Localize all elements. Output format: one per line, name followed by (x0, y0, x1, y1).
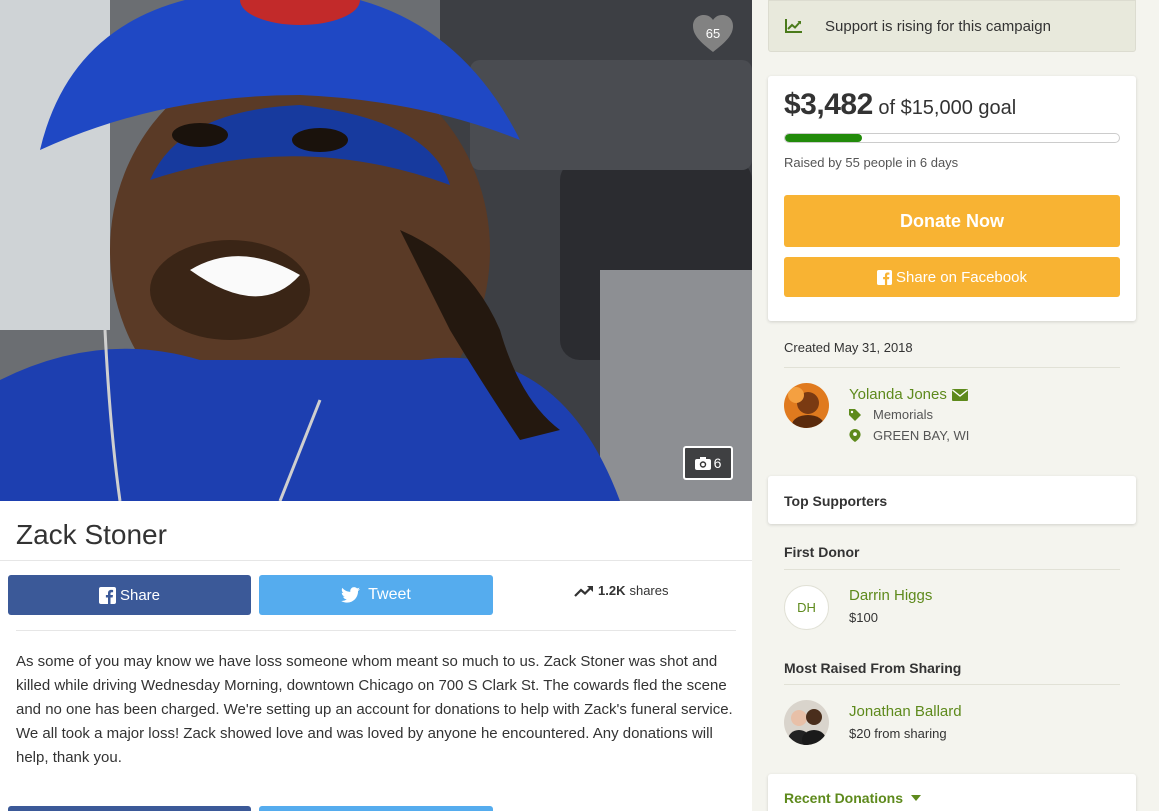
trending-up-icon (574, 585, 593, 597)
facebook-icon (98, 586, 116, 604)
most-sharing-title: Most Raised From Sharing (784, 660, 962, 676)
share-on-facebook-label: Share on Facebook (896, 268, 1027, 286)
organizer-name-link[interactable]: Yolanda Jones (849, 386, 968, 403)
campaign-main: 65 6 Zack Stoner Share Tweet 1.2K shares… (0, 0, 752, 811)
organizer-category-text: Memorials (873, 407, 933, 422)
rising-text: Support is rising for this campaign (825, 17, 1051, 35)
created-date: Created May 31, 2018 (784, 340, 913, 355)
campaign-photo[interactable]: 65 6 (0, 0, 752, 501)
first-donor-title: First Donor (784, 544, 860, 560)
share-count: 1.2K shares (574, 583, 669, 598)
twitter-icon (341, 587, 361, 603)
twitter-tweet-button-bottom[interactable] (259, 806, 493, 811)
raised-summary: $3,482 of $15,000 goal (784, 88, 1016, 122)
share-on-facebook-button[interactable]: Share on Facebook (784, 257, 1120, 297)
goal-progress-fill (785, 134, 863, 142)
organizer-avatar-image (784, 383, 829, 428)
facebook-icon (877, 269, 893, 285)
donate-now-button[interactable]: Donate Now (784, 195, 1120, 247)
rising-banner: Support is rising for this campaign (768, 0, 1136, 52)
campaign-photo-image (0, 0, 752, 501)
goal-progress-bar (784, 133, 1120, 143)
first-donor-name[interactable]: Darrin Higgs (849, 587, 932, 604)
organizer-location: GREEN BAY, WI (849, 428, 969, 443)
campaign-story: As some of you may know we have loss som… (16, 653, 733, 766)
share-count-value: 1.2K (598, 583, 626, 598)
share-row: Share Tweet 1.2K shares (8, 575, 744, 615)
caret-down-icon (911, 795, 922, 801)
most-sharing-divider (784, 684, 1120, 685)
top-supporters-title: Top Supporters (784, 493, 888, 509)
goal-card: $3,482 of $15,000 goal Raised by 55 peop… (768, 76, 1136, 321)
goal-amount: of $15,000 goal (878, 97, 1017, 119)
twitter-tweet-button[interactable]: Tweet (259, 575, 493, 615)
first-donor-amount: $100 (849, 610, 878, 625)
area-chart-icon (785, 19, 802, 33)
recent-donations-card: Recent Donations (768, 774, 1136, 811)
organizer-block: Yolanda Jones Memorials GREEN BAY, WI (784, 383, 1120, 443)
map-marker-icon (849, 429, 861, 442)
first-donor-divider (784, 569, 1120, 570)
camera-icon (694, 456, 711, 470)
recent-donations-title: Recent Donations (784, 790, 904, 806)
title-row: Zack Stoner (0, 501, 752, 561)
recent-donations-toggle[interactable]: Recent Donations (784, 790, 922, 806)
photo-gallery-button[interactable]: 6 (683, 446, 733, 480)
campaign-title: Zack Stoner (16, 519, 167, 550)
most-sharing-name[interactable]: Jonathan Ballard (849, 703, 962, 720)
tag-icon (849, 408, 861, 421)
most-sharing-avatar[interactable] (784, 700, 829, 745)
organizer-avatar[interactable] (784, 383, 829, 428)
like-count: 65 (705, 26, 721, 41)
raised-by-text: Raised by 55 people in 6 days (784, 155, 959, 170)
share-count-suffix: shares (629, 583, 669, 598)
organizer-divider (784, 367, 1120, 368)
top-supporters-card: Top Supporters (768, 476, 1136, 524)
first-donor-avatar: DH (784, 585, 829, 630)
facebook-share-button[interactable]: Share (8, 575, 251, 615)
most-sharing-amount: $20 from sharing (849, 726, 947, 741)
like-heart-button[interactable]: 65 (692, 14, 734, 56)
twitter-tweet-label: Tweet (368, 586, 411, 603)
facebook-share-label: Share (119, 586, 161, 604)
photo-count: 6 (713, 455, 722, 471)
story-divider (16, 630, 736, 631)
organizer-name: Yolanda Jones (849, 386, 947, 403)
most-sharing-avatar-image (784, 700, 829, 745)
organizer-category: Memorials (849, 407, 933, 422)
facebook-share-button-bottom[interactable] (8, 806, 251, 811)
organizer-location-text: GREEN BAY, WI (873, 428, 970, 443)
campaign-page: 65 6 Zack Stoner Share Tweet 1.2K shares… (0, 0, 1159, 811)
raised-amount: $3,482 (784, 88, 873, 121)
envelope-icon[interactable] (951, 388, 968, 401)
